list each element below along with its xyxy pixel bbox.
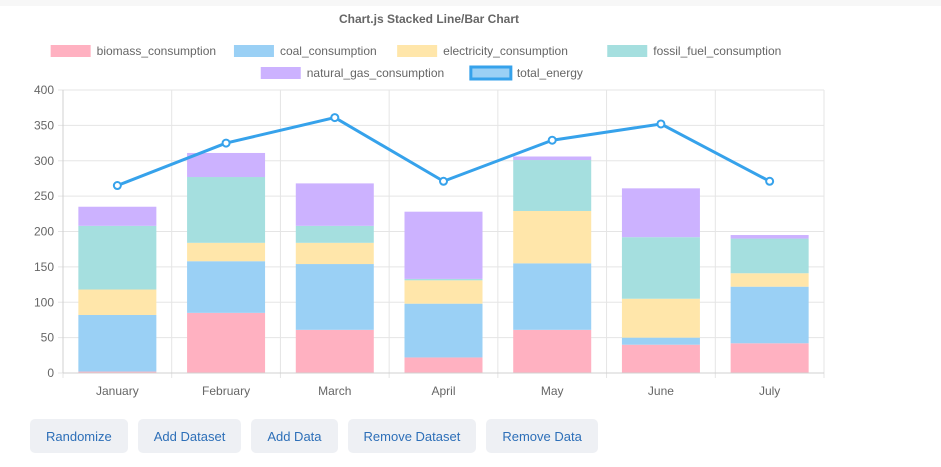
add-dataset-button[interactable]: Add Dataset	[137, 419, 242, 453]
bar-fossil-fuel-consumption	[621, 237, 700, 299]
add-data-button[interactable]: Add Data	[251, 419, 338, 453]
bar-fossil-fuel-consumption	[404, 278, 483, 281]
bar-coal-consumption	[404, 303, 483, 358]
chart-title: Chart.js Stacked Line/Bar Chart	[339, 12, 519, 26]
x-tick-label: February	[202, 384, 250, 398]
legend-swatch	[607, 45, 648, 57]
legend-item-natural-gas-consumption: natural_gas_consumption	[260, 66, 444, 80]
bar-coal-consumption	[187, 261, 266, 313]
x-tick-label: March	[318, 384, 351, 398]
point-total-energy	[112, 181, 122, 191]
bar-fossil-fuel-consumption	[730, 238, 809, 274]
legend-swatch	[50, 45, 91, 57]
legend-swatch	[260, 67, 301, 79]
bar-biomass-consumption	[730, 343, 809, 373]
y-tick-label: 350	[34, 118, 54, 132]
legend-item-biomass-consumption: biomass_consumption	[50, 44, 216, 58]
point-total-energy	[547, 135, 557, 145]
x-tick-label: July	[759, 384, 780, 398]
y-tick-label: 200	[34, 225, 54, 239]
bar-natural-gas-consumption	[621, 188, 700, 238]
x-axis: January February March April May June July	[96, 384, 780, 398]
bar-biomass-consumption	[295, 329, 374, 373]
y-tick-label: 300	[34, 154, 54, 168]
bar-natural-gas-consumption	[187, 152, 266, 178]
y-tick-label: 100	[34, 295, 54, 309]
legend-label: total_energy	[517, 66, 583, 80]
bar-fossil-fuel-consumption	[513, 160, 592, 211]
point-total-energy	[656, 119, 666, 129]
bar-coal-consumption	[730, 286, 809, 344]
bar-biomass-consumption	[404, 357, 483, 373]
bar-electricity-consumption	[295, 242, 374, 265]
x-tick-label: April	[431, 384, 455, 398]
y-tick-label: 250	[34, 189, 54, 203]
chart-bars	[78, 152, 809, 373]
bar-coal-consumption	[78, 314, 157, 372]
bar-biomass-consumption	[187, 312, 266, 373]
legend-label: natural_gas_consumption	[307, 66, 444, 80]
bar-natural-gas-consumption	[295, 183, 374, 226]
y-tick-label: 400	[34, 83, 54, 97]
bar-electricity-consumption	[730, 273, 809, 287]
stacked-line-bar-chart: Chart.js Stacked Line/Bar Chart biomass_…	[34, 12, 825, 398]
legend-item-fossil-fuel-consumption: fossil_fuel_consumption	[607, 44, 781, 58]
bar-natural-gas-consumption	[730, 235, 809, 239]
bar-coal-consumption	[513, 263, 592, 330]
bar-coal-consumption	[295, 264, 374, 330]
x-tick-label: January	[96, 384, 139, 398]
point-total-energy	[439, 176, 448, 186]
legend-item-total-energy: total_energy	[469, 65, 583, 81]
bar-fossil-fuel-consumption	[187, 177, 266, 243]
legend-label: biomass_consumption	[97, 44, 216, 58]
bar-coal-consumption	[621, 337, 700, 345]
bar-fossil-fuel-consumption	[78, 225, 157, 290]
button-row: Randomize Add Dataset Add Data Remove Da…	[30, 419, 598, 453]
bar-electricity-consumption	[78, 289, 157, 315]
x-tick-label: May	[541, 384, 564, 398]
bar-electricity-consumption	[513, 210, 592, 264]
y-tick-label: 50	[41, 331, 55, 345]
x-tick-label: June	[648, 384, 674, 398]
remove-dataset-button[interactable]: Remove Dataset	[347, 419, 477, 453]
y-tick-label: 0	[47, 366, 54, 380]
y-tick-label: 150	[34, 260, 54, 274]
chart-legend: biomass_consumption coal_consumption elect…	[50, 44, 781, 81]
legend-label: fossil_fuel_consumption	[653, 44, 781, 58]
bar-fossil-fuel-consumption	[295, 225, 374, 243]
bar-electricity-consumption	[621, 298, 700, 338]
legend-swatch	[233, 45, 274, 57]
point-total-energy	[330, 113, 340, 123]
bar-biomass-consumption	[621, 344, 700, 373]
bar-natural-gas-consumption	[78, 206, 157, 226]
legend-item-coal-consumption: coal_consumption	[233, 44, 377, 58]
legend-swatch	[469, 65, 513, 81]
point-total-energy	[221, 138, 231, 148]
legend-label: electricity_consumption	[443, 44, 568, 58]
legend-swatch	[397, 45, 438, 57]
bar-biomass-consumption	[513, 329, 592, 373]
point-total-energy	[765, 176, 775, 186]
bar-electricity-consumption	[187, 242, 266, 262]
randomize-button[interactable]: Randomize	[30, 419, 128, 453]
bar-natural-gas-consumption	[404, 211, 483, 279]
bar-electricity-consumption	[404, 280, 483, 304]
remove-data-button[interactable]: Remove Data	[486, 419, 598, 453]
bar-natural-gas-consumption	[513, 156, 592, 161]
legend-item-electricity-consumption: electricity_consumption	[397, 44, 568, 58]
legend-label: coal_consumption	[280, 44, 377, 58]
